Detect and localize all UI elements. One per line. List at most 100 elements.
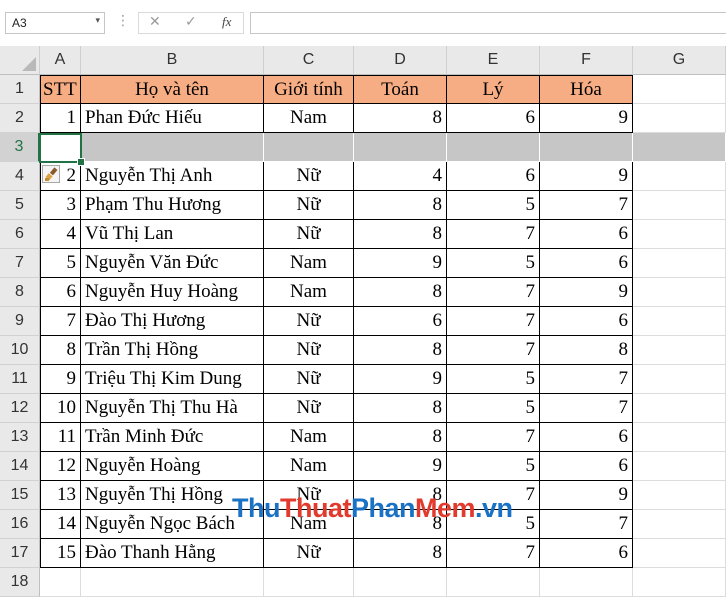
column-header-f[interactable]: F (540, 46, 633, 75)
chevron-down-icon[interactable]: ▾ (95, 16, 100, 26)
row-header-14[interactable]: 14 (0, 452, 40, 481)
cancel-icon[interactable]: ✕ (149, 14, 161, 30)
header-cell[interactable]: STT (40, 75, 81, 104)
table-cell[interactable]: Nam (264, 452, 354, 481)
table-cell[interactable]: 9 (540, 162, 633, 191)
table-cell[interactable]: 7 (540, 394, 633, 423)
table-cell[interactable]: 5 (447, 365, 540, 394)
table-cell[interactable] (540, 568, 633, 597)
table-cell[interactable]: Nguyễn Hoàng (81, 452, 264, 481)
table-cell[interactable]: Nguyễn Văn Đức (81, 249, 264, 278)
table-cell[interactable]: 8 (354, 394, 447, 423)
table-cell[interactable]: Nữ (264, 394, 354, 423)
table-cell[interactable]: Trần Minh Đức (81, 423, 264, 452)
table-cell[interactable]: 6 (540, 307, 633, 336)
table-cell[interactable]: 7 (540, 510, 633, 539)
select-all-button[interactable] (0, 46, 40, 75)
table-cell[interactable]: 13 (40, 481, 81, 510)
table-cell[interactable]: Nữ (264, 336, 354, 365)
table-cell[interactable] (354, 568, 447, 597)
table-cell[interactable]: 6 (40, 278, 81, 307)
row-header-15[interactable]: 15 (0, 481, 40, 510)
header-cell[interactable]: Toán (354, 75, 447, 104)
more-vertical-icon[interactable]: ⋮ (116, 13, 130, 29)
table-cell[interactable]: 1 (40, 104, 81, 133)
table-cell[interactable] (633, 510, 726, 539)
enter-check-icon[interactable]: ✓ (185, 14, 197, 30)
table-cell[interactable]: Nam (264, 423, 354, 452)
table-cell[interactable]: Nam (264, 249, 354, 278)
header-cell[interactable]: Hóa (540, 75, 633, 104)
table-cell[interactable]: 7 (40, 307, 81, 336)
table-cell[interactable] (633, 568, 726, 597)
row-header-3[interactable]: 3 (0, 133, 40, 162)
table-cell[interactable]: Nữ (264, 220, 354, 249)
table-cell[interactable]: Nguyễn Thị Anh (81, 162, 264, 191)
table-cell[interactable]: 8 (354, 104, 447, 133)
table-cell[interactable]: Trần Thị Hồng (81, 336, 264, 365)
table-cell[interactable] (81, 568, 264, 597)
table-cell[interactable] (540, 133, 633, 162)
row-header-5[interactable]: 5 (0, 191, 40, 220)
column-header-c[interactable]: C (264, 46, 354, 75)
column-header-a[interactable]: A (40, 46, 81, 75)
table-cell[interactable]: 9 (354, 452, 447, 481)
header-cell[interactable]: Lý (447, 75, 540, 104)
header-cell[interactable]: Họ và tên (81, 75, 264, 104)
table-cell[interactable]: 6 (447, 104, 540, 133)
table-cell[interactable] (633, 249, 726, 278)
name-box[interactable]: A3 ▾ (5, 12, 105, 34)
table-cell[interactable] (633, 336, 726, 365)
table-cell[interactable]: Vũ Thị Lan (81, 220, 264, 249)
row-header-6[interactable]: 6 (0, 220, 40, 249)
row-header-16[interactable]: 16 (0, 510, 40, 539)
table-cell[interactable] (633, 452, 726, 481)
table-cell[interactable]: 7 (540, 365, 633, 394)
table-cell[interactable]: Nam (264, 278, 354, 307)
table-cell[interactable]: Đào Thị Hương (81, 307, 264, 336)
table-cell[interactable]: Nữ (264, 162, 354, 191)
table-cell[interactable]: 8 (354, 336, 447, 365)
formula-input[interactable] (250, 12, 726, 34)
insert-function-icon[interactable]: fx (222, 14, 231, 30)
table-cell[interactable]: 7 (447, 423, 540, 452)
row-header-8[interactable]: 8 (0, 278, 40, 307)
table-cell[interactable]: Nữ (264, 539, 354, 568)
table-cell[interactable]: Nữ (264, 365, 354, 394)
fill-handle[interactable] (77, 158, 85, 166)
row-header-11[interactable]: 11 (0, 365, 40, 394)
table-cell[interactable]: 7 (447, 278, 540, 307)
row-header-7[interactable]: 7 (0, 249, 40, 278)
table-cell[interactable] (264, 133, 354, 162)
table-cell[interactable] (633, 162, 726, 191)
table-cell[interactable]: Nữ (264, 191, 354, 220)
table-cell[interactable]: 5 (447, 191, 540, 220)
table-cell[interactable]: 8 (354, 220, 447, 249)
table-cell[interactable]: 6 (354, 307, 447, 336)
table-cell[interactable]: 5 (447, 452, 540, 481)
table-cell[interactable] (633, 365, 726, 394)
table-cell[interactable] (447, 133, 540, 162)
table-cell[interactable]: Nguyễn Thị Thu Hà (81, 394, 264, 423)
table-cell[interactable] (354, 133, 447, 162)
table-cell[interactable]: 6 (540, 423, 633, 452)
table-cell[interactable]: 7 (447, 336, 540, 365)
table-cell[interactable]: 7 (447, 220, 540, 249)
row-header-2[interactable]: 2 (0, 104, 40, 133)
table-cell[interactable]: 14 (40, 510, 81, 539)
table-cell[interactable] (81, 133, 264, 162)
table-cell[interactable] (633, 278, 726, 307)
table-cell[interactable]: Nguyễn Huy Hoàng (81, 278, 264, 307)
table-cell[interactable]: 6 (540, 539, 633, 568)
table-cell[interactable]: 4 (354, 162, 447, 191)
table-cell[interactable]: 9 (40, 365, 81, 394)
row-header-1[interactable]: 1 (0, 75, 40, 104)
table-cell[interactable] (40, 568, 81, 597)
table-cell[interactable]: 7 (447, 307, 540, 336)
table-cell[interactable]: 12 (40, 452, 81, 481)
table-cell[interactable]: 9 (354, 249, 447, 278)
table-cell[interactable]: 9 (540, 278, 633, 307)
row-header-12[interactable]: 12 (0, 394, 40, 423)
table-cell[interactable] (633, 394, 726, 423)
table-cell[interactable]: 8 (354, 539, 447, 568)
